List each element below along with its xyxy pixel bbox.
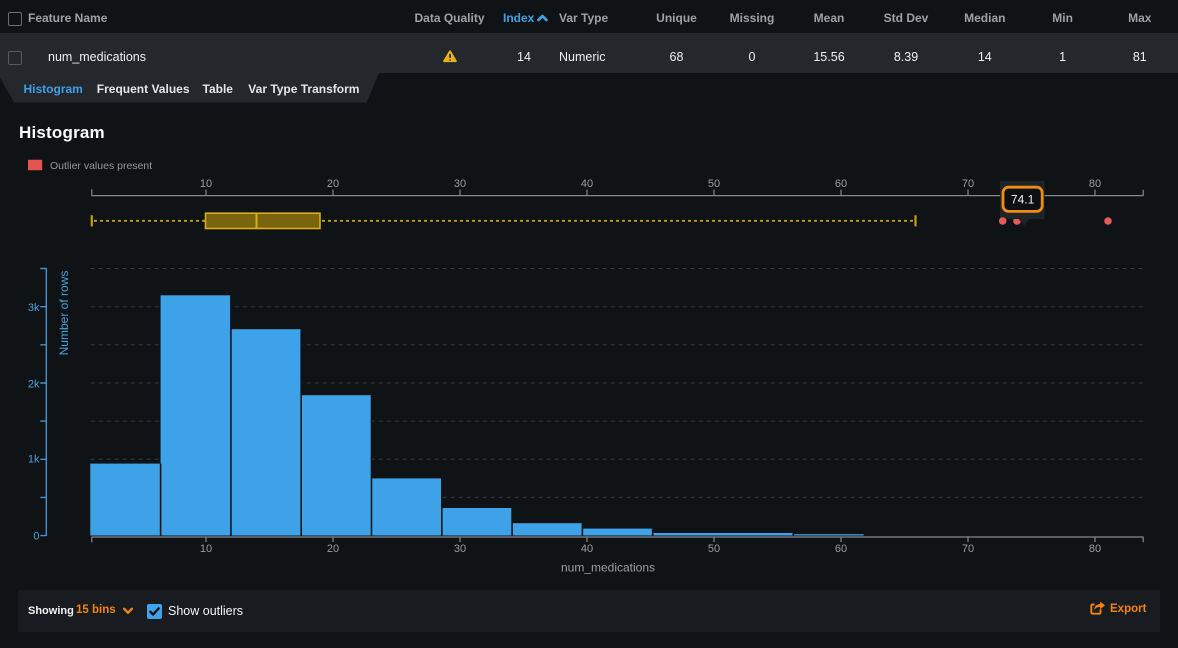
svg-text:40: 40: [581, 543, 593, 555]
svg-text:60: 60: [835, 178, 847, 190]
svg-text:20: 20: [327, 178, 339, 190]
svg-text:Outlier values present: Outlier values present: [50, 160, 152, 172]
svg-text:50: 50: [708, 543, 720, 555]
svg-text:30: 30: [454, 178, 466, 190]
svg-text:70: 70: [962, 178, 974, 190]
svg-text:3k: 3k: [28, 302, 40, 314]
svg-text:74.1: 74.1: [1011, 193, 1035, 207]
svg-text:10: 10: [200, 178, 212, 190]
svg-text:0: 0: [33, 531, 39, 543]
svg-text:80: 80: [1089, 178, 1101, 190]
svg-text:60: 60: [835, 543, 847, 555]
svg-text:2k: 2k: [28, 378, 40, 390]
svg-text:1k: 1k: [28, 454, 40, 466]
svg-text:num_medications: num_medications: [561, 561, 655, 575]
svg-text:50: 50: [708, 178, 720, 190]
svg-text:Number of rows: Number of rows: [57, 271, 71, 356]
svg-text:80: 80: [1089, 543, 1101, 555]
svg-text:40: 40: [581, 178, 593, 190]
svg-text:20: 20: [327, 543, 339, 555]
svg-text:30: 30: [454, 543, 466, 555]
svg-text:10: 10: [200, 543, 212, 555]
svg-text:70: 70: [962, 543, 974, 555]
